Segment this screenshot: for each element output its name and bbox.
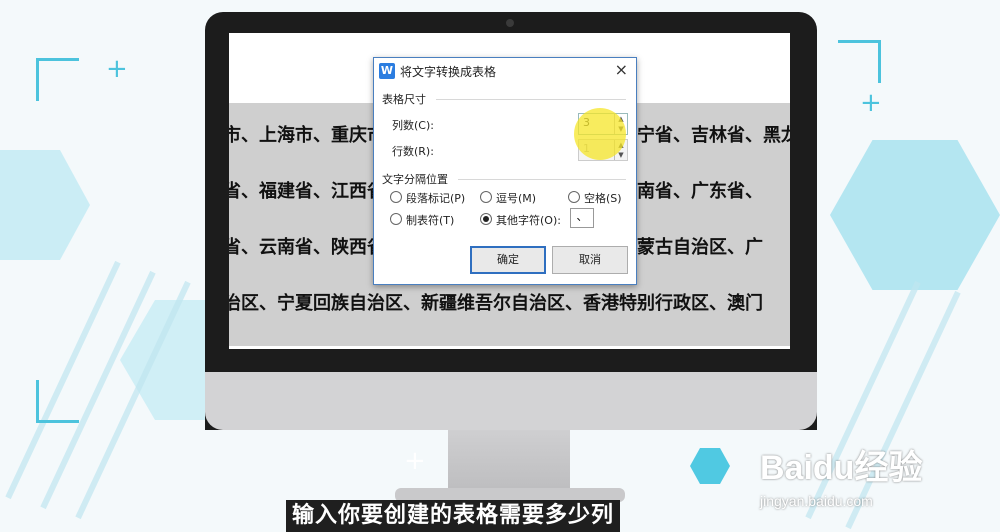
table-size-section-label: 表格尺寸 — [382, 93, 426, 106]
monitor-stand — [448, 430, 570, 492]
camera-icon — [506, 19, 514, 27]
separator-section-label: 文字分隔位置 — [382, 173, 448, 186]
hexagon-shape — [690, 448, 730, 484]
dialog-titlebar: W 将文字转换成表格 × — [374, 58, 636, 84]
plus-icon: + — [106, 54, 128, 84]
corner-bracket — [36, 58, 79, 101]
radio-paragraph[interactable] — [390, 191, 402, 203]
cancel-button[interactable]: 取消 — [552, 246, 628, 274]
dialog-title: 将文字转换成表格 — [400, 65, 497, 79]
monitor-chin — [205, 372, 817, 430]
radio-space[interactable] — [568, 191, 580, 203]
option-tab-label[interactable]: 制表符(T) — [406, 212, 454, 228]
ok-button[interactable]: 确定 — [470, 246, 546, 274]
radio-comma[interactable] — [480, 191, 492, 203]
plus-icon: + — [860, 88, 882, 118]
baidu-watermark: Baidu经验 jingyan.baidu.com — [760, 440, 922, 509]
rows-label: 行数(R): — [392, 145, 434, 158]
other-char-input[interactable]: 、 — [570, 208, 594, 228]
columns-label: 列数(C): — [392, 119, 434, 132]
subtitle-caption: 输入你要创建的表格需要多少列 — [286, 500, 621, 532]
corner-bracket — [36, 380, 79, 423]
corner-bracket — [838, 40, 881, 83]
radio-tab[interactable] — [390, 213, 402, 225]
option-paragraph-label[interactable]: 段落标记(P) — [406, 190, 465, 206]
hexagon-shape — [0, 150, 90, 260]
close-icon[interactable]: × — [615, 60, 628, 79]
divider — [436, 99, 626, 100]
wps-writer-icon: W — [379, 63, 395, 79]
radio-other[interactable] — [480, 213, 492, 225]
watermark-brand: Baidu经验 — [760, 449, 923, 487]
option-space-label[interactable]: 空格(S) — [584, 190, 622, 206]
document-line: 治区、宁夏回族自治区、新疆维吾尔自治区、香港特别行政区、澳门 — [229, 293, 763, 314]
hexagon-shape — [830, 140, 1000, 290]
plus-icon: + — [404, 446, 426, 476]
divider — [458, 179, 626, 180]
option-comma-label[interactable]: 逗号(M) — [496, 190, 536, 206]
cursor-highlight — [574, 108, 626, 160]
convert-text-to-table-dialog: W 将文字转换成表格 × 表格尺寸 列数(C): 3 ▲▼ 行数(R): 1 ▲… — [373, 57, 637, 285]
option-other-label[interactable]: 其他字符(O): — [496, 212, 561, 228]
watermark-url: jingyan.baidu.com — [760, 493, 873, 509]
